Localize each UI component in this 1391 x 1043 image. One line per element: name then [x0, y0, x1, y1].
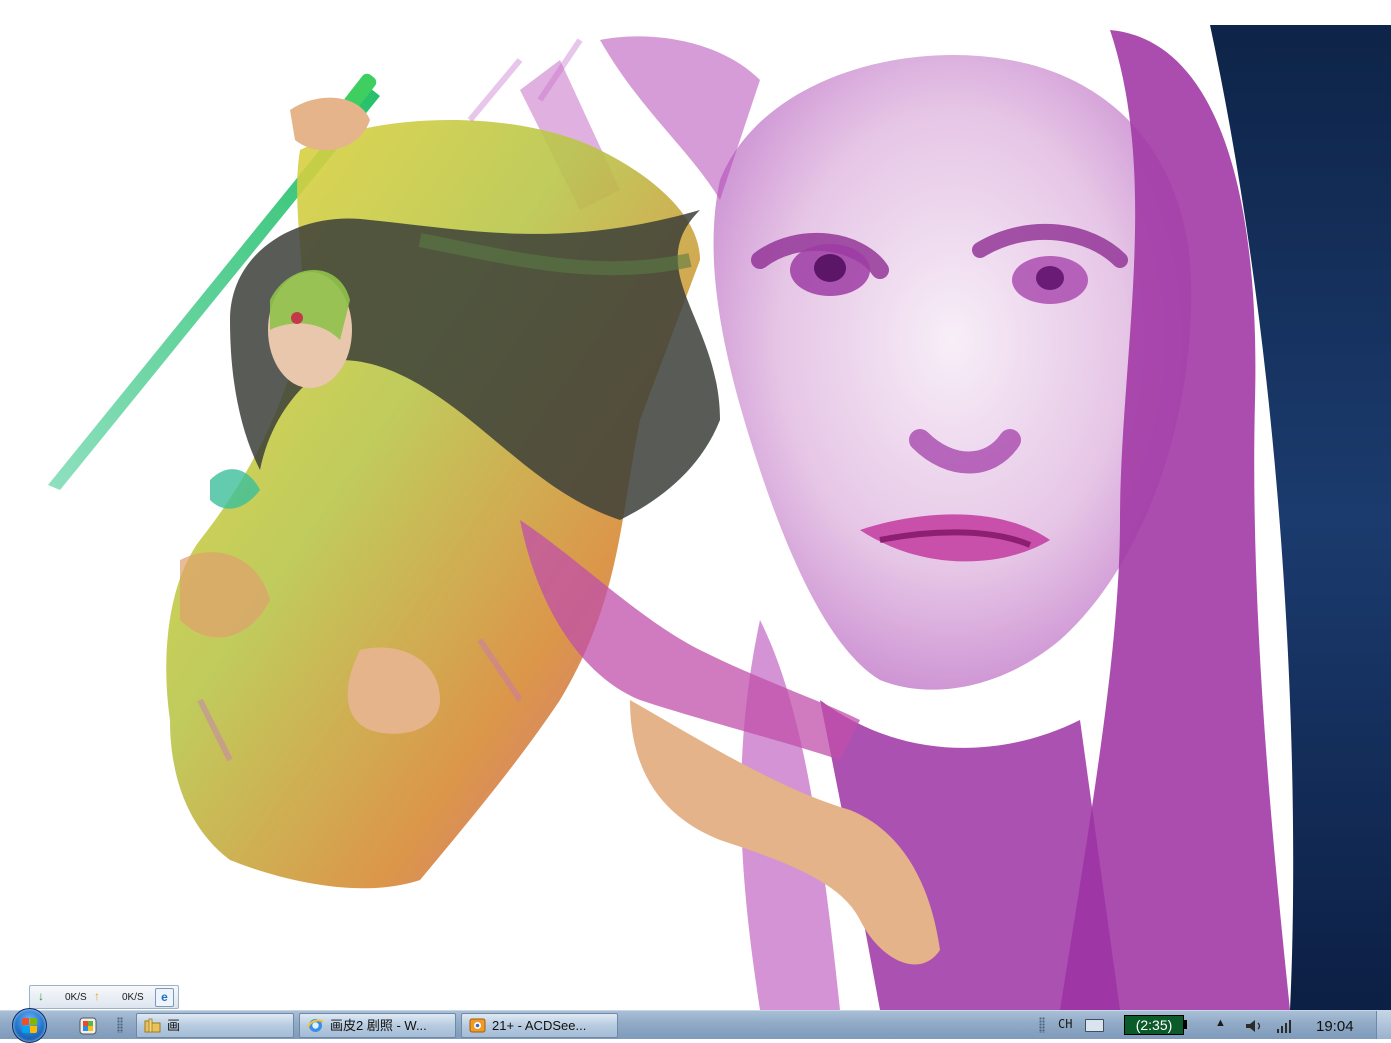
- task-button-label: 21+ - ACDSee...: [492, 1018, 587, 1033]
- task-button-label: 画皮2 剧照 - W...: [330, 1018, 427, 1033]
- desktop-wallpaper: [0, 0, 1391, 1010]
- ie-icon[interactable]: e: [155, 988, 174, 1007]
- network-speed-meter[interactable]: ↓ 0K/S ↑ 0K/S e: [29, 985, 179, 1009]
- folder-icon: [144, 1018, 161, 1033]
- chevron-up-icon[interactable]: ▲: [1215, 1017, 1226, 1029]
- tray-grip[interactable]: [1039, 1017, 1045, 1033]
- battery-meter[interactable]: (2:35): [1124, 1015, 1184, 1035]
- start-button[interactable]: [12, 1008, 47, 1043]
- ie-icon: [307, 1019, 324, 1032]
- clock[interactable]: 19:04: [1316, 1018, 1354, 1035]
- ime-indicator[interactable]: CH: [1058, 1017, 1072, 1031]
- show-desktop-button[interactable]: [1376, 1011, 1391, 1039]
- acdsee-icon: [469, 1018, 486, 1033]
- signal-icon[interactable]: [1276, 1019, 1294, 1033]
- battery-time: (2:35): [1135, 1017, 1173, 1033]
- task-button-label: 画: [167, 1018, 181, 1033]
- download-speed: 0K/S: [65, 992, 87, 1003]
- battery-tip: [1184, 1020, 1187, 1029]
- up-arrow-icon: ↑: [94, 989, 100, 1003]
- wallpaper-artwork: [48, 25, 1391, 1010]
- down-arrow-icon: ↓: [38, 989, 44, 1003]
- taskbar: 画 画皮2 剧照 - W... 21+ - ACDSee... CH (2:35…: [0, 1008, 1391, 1043]
- task-button-browser[interactable]: 画皮2 剧照 - W...: [299, 1013, 456, 1038]
- windows-start-icon: [22, 1018, 37, 1033]
- keyboard-icon[interactable]: [1085, 1019, 1104, 1032]
- speaker-icon[interactable]: [1244, 1018, 1264, 1034]
- task-button-folder[interactable]: 画: [136, 1013, 294, 1038]
- upload-speed: 0K/S: [122, 992, 144, 1003]
- media-center-icon[interactable]: [79, 1017, 97, 1035]
- taskbar-grip[interactable]: [117, 1017, 123, 1033]
- task-button-acdsee[interactable]: 21+ - ACDSee...: [461, 1013, 618, 1038]
